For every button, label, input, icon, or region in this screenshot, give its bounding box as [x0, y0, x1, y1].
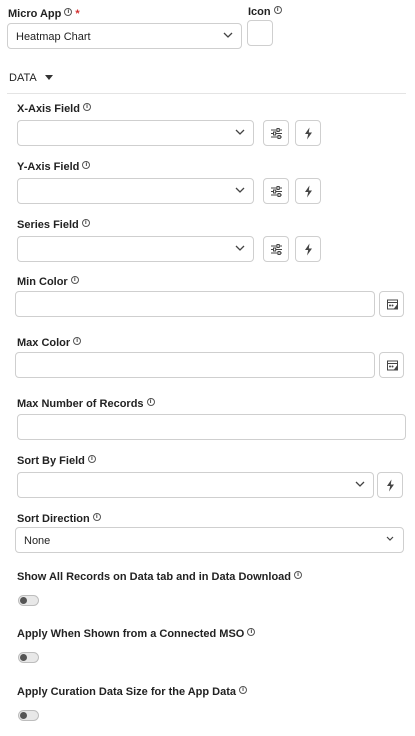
info-icon[interactable]: i [70, 276, 79, 284]
icon-picker[interactable] [247, 20, 273, 46]
y-axis-dynamic-button[interactable] [295, 178, 321, 204]
sort-direction-label: Sort Direction i [17, 513, 101, 525]
x-axis-label-text: X-Axis Field [17, 103, 80, 115]
apply-connected-mso-toggle[interactable] [18, 652, 39, 663]
info-icon[interactable]: i [81, 219, 90, 227]
chevron-down-icon [235, 187, 245, 193]
toggle-knob [20, 712, 27, 719]
y-axis-label-text: Y-Axis Field [17, 161, 80, 173]
y-axis-settings-button[interactable] [263, 178, 289, 204]
chevron-down-icon [355, 481, 365, 487]
info-icon[interactable]: i [239, 686, 248, 694]
series-label: Series Field i [17, 219, 90, 231]
max-records-input[interactable] [17, 414, 406, 440]
series-dynamic-button[interactable] [295, 236, 321, 262]
micro-app-label: Micro App i * [8, 8, 80, 20]
sort-by-label-text: Sort By Field [17, 455, 85, 467]
info-icon[interactable]: i [294, 571, 303, 579]
min-color-picker-button[interactable] [379, 291, 404, 317]
max-color-label-text: Max Color [17, 337, 71, 349]
chevron-down-icon [235, 245, 245, 251]
sliders-icon [271, 128, 282, 139]
sort-direction-label-text: Sort Direction [17, 513, 90, 525]
y-axis-label: Y-Axis Field i [17, 161, 91, 173]
info-icon[interactable]: i [273, 6, 282, 14]
x-axis-dynamic-button[interactable] [295, 120, 321, 146]
series-settings-button[interactable] [263, 236, 289, 262]
lightning-bolt-icon [305, 185, 312, 198]
micro-app-label-text: Micro App [8, 8, 62, 20]
max-color-picker-button[interactable] [379, 352, 404, 378]
icon-field-label-text: Icon [248, 6, 271, 18]
min-color-label-text: Min Color [17, 276, 68, 288]
chevron-down-icon [223, 32, 233, 38]
color-palette-icon [387, 360, 398, 371]
sort-direction-select[interactable]: None [15, 527, 404, 553]
required-marker: * [75, 8, 80, 20]
toggle-knob [20, 597, 27, 604]
info-icon[interactable]: i [146, 398, 155, 406]
section-data-title[interactable]: DATA [9, 72, 37, 84]
show-all-records-label-text: Show All Records on Data tab and in Data… [17, 571, 292, 583]
info-icon[interactable]: i [87, 455, 96, 463]
y-axis-select[interactable] [17, 178, 254, 204]
section-divider [7, 93, 406, 94]
max-color-label: Max Color i [17, 337, 82, 349]
info-icon[interactable]: i [64, 8, 73, 16]
x-axis-label: X-Axis Field i [17, 103, 91, 115]
lightning-bolt-icon [305, 127, 312, 140]
info-icon[interactable]: i [82, 161, 91, 169]
info-icon[interactable]: i [82, 103, 91, 111]
min-color-label: Min Color i [17, 276, 79, 288]
sort-direction-value: None [24, 535, 51, 547]
x-axis-select[interactable] [17, 120, 254, 146]
info-icon[interactable]: i [73, 337, 82, 345]
micro-app-select[interactable]: Heatmap Chart [7, 23, 242, 49]
apply-connected-mso-label-text: Apply When Shown from a Connected MSO [17, 628, 245, 640]
min-color-input[interactable] [15, 291, 375, 317]
series-select[interactable] [17, 236, 254, 262]
apply-connected-mso-label: Apply When Shown from a Connected MSO i [17, 628, 256, 640]
apply-curation-label-text: Apply Curation Data Size for the App Dat… [17, 686, 237, 698]
sliders-icon [271, 244, 282, 255]
show-all-records-toggle[interactable] [18, 595, 39, 606]
chevron-down-icon [386, 536, 394, 541]
max-records-label: Max Number of Records i [17, 398, 155, 410]
series-label-text: Series Field [17, 219, 79, 231]
show-all-records-label: Show All Records on Data tab and in Data… [17, 571, 303, 583]
max-color-input[interactable] [15, 352, 375, 378]
sort-by-dynamic-button[interactable] [377, 472, 403, 498]
lightning-bolt-icon [387, 479, 394, 492]
caret-down-icon[interactable] [45, 75, 53, 80]
sort-by-label: Sort By Field i [17, 455, 96, 467]
sliders-icon [271, 186, 282, 197]
sort-by-select[interactable] [17, 472, 374, 498]
chevron-down-icon [235, 129, 245, 135]
lightning-bolt-icon [305, 243, 312, 256]
color-palette-icon [387, 299, 398, 310]
apply-curation-toggle[interactable] [18, 710, 39, 721]
icon-field-label: Icon i [248, 6, 282, 18]
info-icon[interactable]: i [247, 628, 256, 636]
max-records-label-text: Max Number of Records [17, 398, 144, 410]
x-axis-settings-button[interactable] [263, 120, 289, 146]
apply-curation-label: Apply Curation Data Size for the App Dat… [17, 686, 248, 698]
toggle-knob [20, 654, 27, 661]
info-icon[interactable]: i [92, 513, 101, 521]
micro-app-value: Heatmap Chart [16, 31, 91, 43]
